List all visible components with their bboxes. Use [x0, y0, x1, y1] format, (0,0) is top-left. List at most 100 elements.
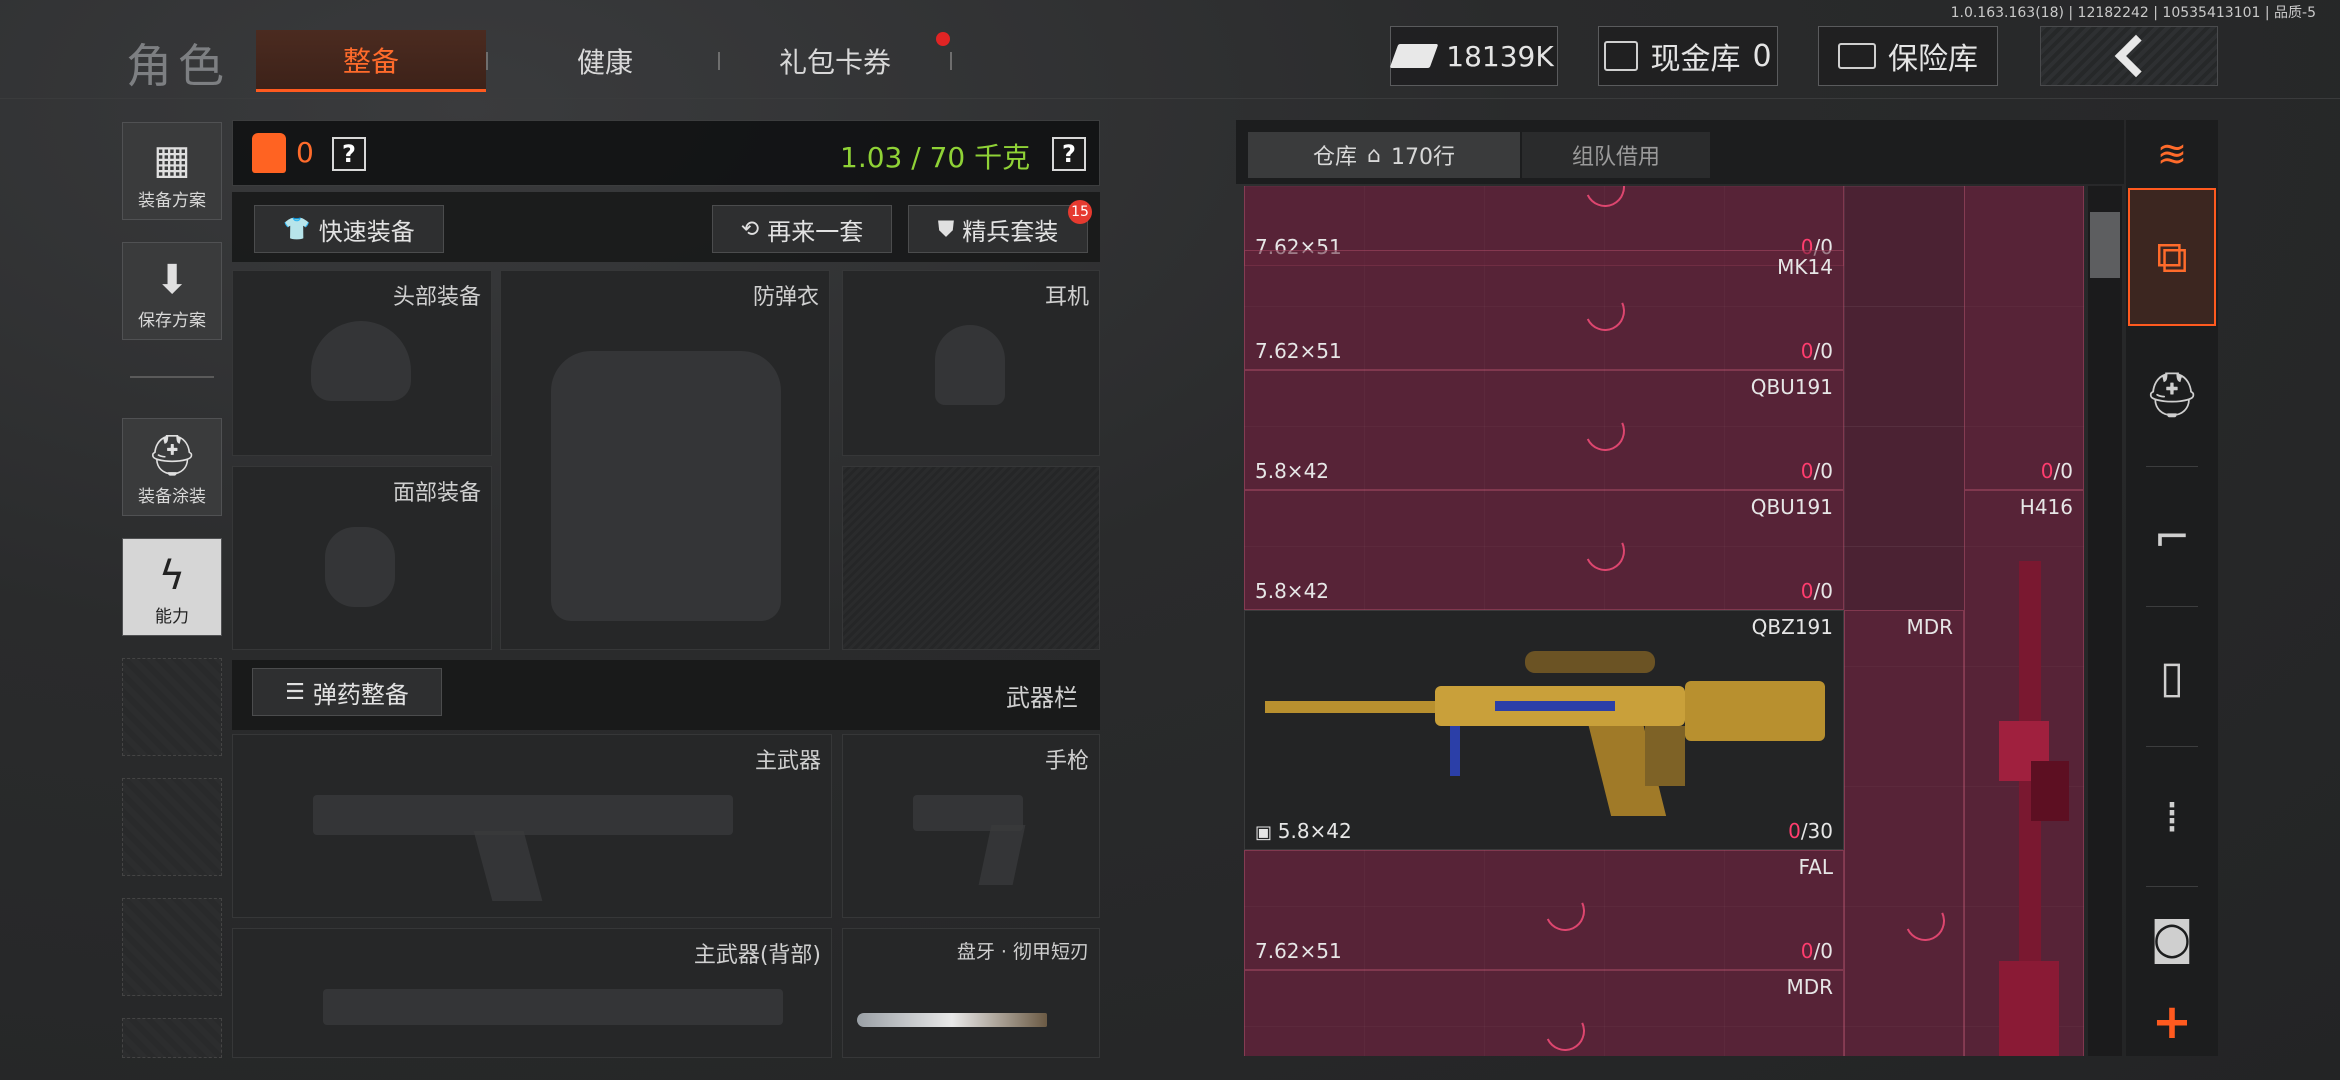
item-caliber: 5.8×42: [1255, 579, 1330, 603]
bullet-icon: ⁞: [2165, 791, 2179, 843]
sidebar-item-label: 保存方案: [138, 311, 206, 331]
h416-rifle-icon: [1999, 561, 2069, 1056]
armor-slot[interactable]: 防弹衣: [500, 270, 830, 650]
repeat-set-button[interactable]: ⟲ 再来一套: [712, 205, 892, 253]
gas-mask-icon: [325, 527, 395, 607]
helmet-paint-icon: ⛑: [146, 433, 198, 479]
sidebar-item-paint[interactable]: ⛑ 装备涂装: [122, 418, 222, 516]
category-weapons[interactable]: ⌐: [2128, 468, 2216, 606]
rifle-icon: [313, 795, 733, 835]
tab-health[interactable]: 健康: [500, 30, 710, 92]
item-caliber: 7.62×51: [1255, 339, 1342, 363]
ammo-prep-button[interactable]: ☰ 弹药整备: [252, 668, 442, 716]
warehouse-item[interactable]: MDR: [1244, 970, 1844, 1056]
scrollbar-thumb[interactable]: [2090, 212, 2120, 278]
face-slot[interactable]: 面部装备: [232, 466, 492, 650]
warehouse-scrollbar[interactable]: [2088, 186, 2122, 1056]
item-name: QBU191: [1750, 495, 1833, 519]
tab-equip[interactable]: 整备: [256, 30, 486, 92]
sidebar-item-loadout-plans[interactable]: ▦ 装备方案: [122, 122, 222, 220]
ammo-current: 0: [1788, 819, 1801, 843]
elite-set-label: 精兵套装: [962, 217, 1059, 246]
category-ammo[interactable]: ⁞: [2128, 748, 2216, 886]
tab-separator: [718, 52, 720, 70]
warehouse-item[interactable]: FAL 7.62×51 0/0: [1244, 850, 1844, 970]
quick-equip-button[interactable]: 👕 快速装备: [254, 205, 444, 253]
item-ammo: 0/0: [1801, 459, 1833, 483]
layers-refresh-icon[interactable]: ≋: [2128, 124, 2216, 184]
add-icon[interactable]: +: [2128, 992, 2216, 1052]
notification-dot: [936, 32, 950, 46]
sidebar-empty-slot: [122, 658, 222, 756]
helmet-icon: [311, 321, 411, 401]
item-ammo: 0/0: [1801, 939, 1833, 963]
ammo-max: /0: [1813, 459, 1833, 483]
ammo-max: /0: [1813, 939, 1833, 963]
warehouse-item[interactable]: QBU191 5.8×42 0/0: [1244, 370, 1844, 490]
warehouse-item[interactable]: 0/0: [1964, 186, 2084, 490]
headset-slot[interactable]: 耳机: [842, 270, 1100, 456]
caliber-value: 5.8×42: [1277, 819, 1352, 843]
item-name: H416: [2019, 495, 2073, 519]
rail-separator: [2146, 606, 2198, 607]
sidebar-item-ability[interactable]: ϟ 能力: [122, 538, 222, 636]
primary-weapon-slot[interactable]: 主武器: [232, 734, 832, 918]
home-icon: ⌂: [1367, 142, 1381, 168]
safe-button[interactable]: 保险库: [1818, 26, 1998, 86]
item-ammo: 0/30: [1788, 819, 1833, 843]
tab-separator: [950, 52, 952, 70]
headset-icon: [935, 325, 1005, 405]
category-gear[interactable]: ⛑: [2128, 326, 2216, 464]
warehouse-item-selected[interactable]: QBZ191 ▣ 5.8×42 0/30: [1244, 610, 1844, 850]
repeat-set-label: 再来一套: [767, 217, 864, 246]
weight-help-button[interactable]: ?: [1052, 137, 1086, 171]
scope-icon: ◙: [2150, 912, 2194, 964]
loading-spinner-icon: [1539, 885, 1591, 937]
cash-vault-label: 现金库: [1650, 42, 1741, 77]
item-ammo: 0/0: [1801, 579, 1833, 603]
category-all[interactable]: ⧉: [2128, 188, 2216, 326]
tab-gift-coupons[interactable]: 礼包卡券: [730, 30, 940, 92]
rifle-skin-icon: [1265, 651, 1825, 816]
category-magazines[interactable]: ▯: [2128, 608, 2216, 746]
tab-team-borrow[interactable]: 组队借用: [1522, 132, 1710, 178]
warehouse-item[interactable]: MK14 7.62×51 0/0: [1244, 250, 1844, 370]
loading-spinner-icon: [1539, 1005, 1591, 1056]
loading-spinner-icon: [1579, 525, 1631, 577]
sidebar-item-label: 装备方案: [138, 191, 206, 211]
warehouse-item[interactable]: QBU191 5.8×42 0/0: [1244, 490, 1844, 610]
safe-icon: [1838, 43, 1876, 69]
ammo-max: /30: [1800, 819, 1833, 843]
warehouse-item-h416[interactable]: H416: [1964, 490, 2084, 1056]
back-button[interactable]: [2040, 26, 2218, 86]
cash-vault-value: 0: [1752, 38, 1772, 74]
slot-label: 耳机: [1044, 285, 1089, 310]
weapon-bar-label: 武器栏: [1006, 684, 1078, 712]
slot-label: 盘牙 · 彻甲短刃: [956, 941, 1089, 963]
item-caliber: ▣ 5.8×42: [1255, 819, 1352, 843]
elite-set-badge: 15: [1068, 200, 1092, 224]
melee-slot[interactable]: 盘牙 · 彻甲短刃: [842, 928, 1100, 1058]
helmet-icon: ⛑: [2144, 370, 2200, 421]
primary-back-slot[interactable]: 主武器(背部): [232, 928, 832, 1058]
banknote-icon: [1389, 44, 1439, 68]
box-icon: ▣: [1255, 822, 1278, 843]
storage-rows: 170行: [1390, 145, 1455, 170]
tab-storage[interactable]: 仓库 ⌂ 170行: [1248, 132, 1520, 178]
help-button[interactable]: ?: [332, 137, 366, 171]
item-name: MDR: [1786, 975, 1833, 999]
vault-icon: [1604, 41, 1639, 71]
currency-display[interactable]: 18139K: [1389, 26, 1558, 86]
cash-vault-button[interactable]: 现金库 0: [1598, 26, 1778, 86]
slot-label: 手枪: [1044, 749, 1089, 774]
armor-count: 0: [296, 136, 314, 169]
header-divider: [0, 98, 2340, 99]
warehouse-grid[interactable]: 7.62×51 0/0 MK14 7.62×51 0/0 QBU191 5.8×…: [1244, 186, 2084, 1056]
sidebar-item-save-plan[interactable]: ⬇ 保存方案: [122, 242, 222, 340]
pistol-slot[interactable]: 手枪: [842, 734, 1100, 918]
sidebar-divider: [130, 376, 214, 378]
warehouse-item-mdr[interactable]: MDR: [1844, 610, 1964, 1056]
category-attachments[interactable]: ◙: [2128, 888, 2216, 988]
elite-set-button[interactable]: ⛊ 精兵套装: [908, 205, 1088, 253]
head-slot[interactable]: 头部装备: [232, 270, 492, 456]
